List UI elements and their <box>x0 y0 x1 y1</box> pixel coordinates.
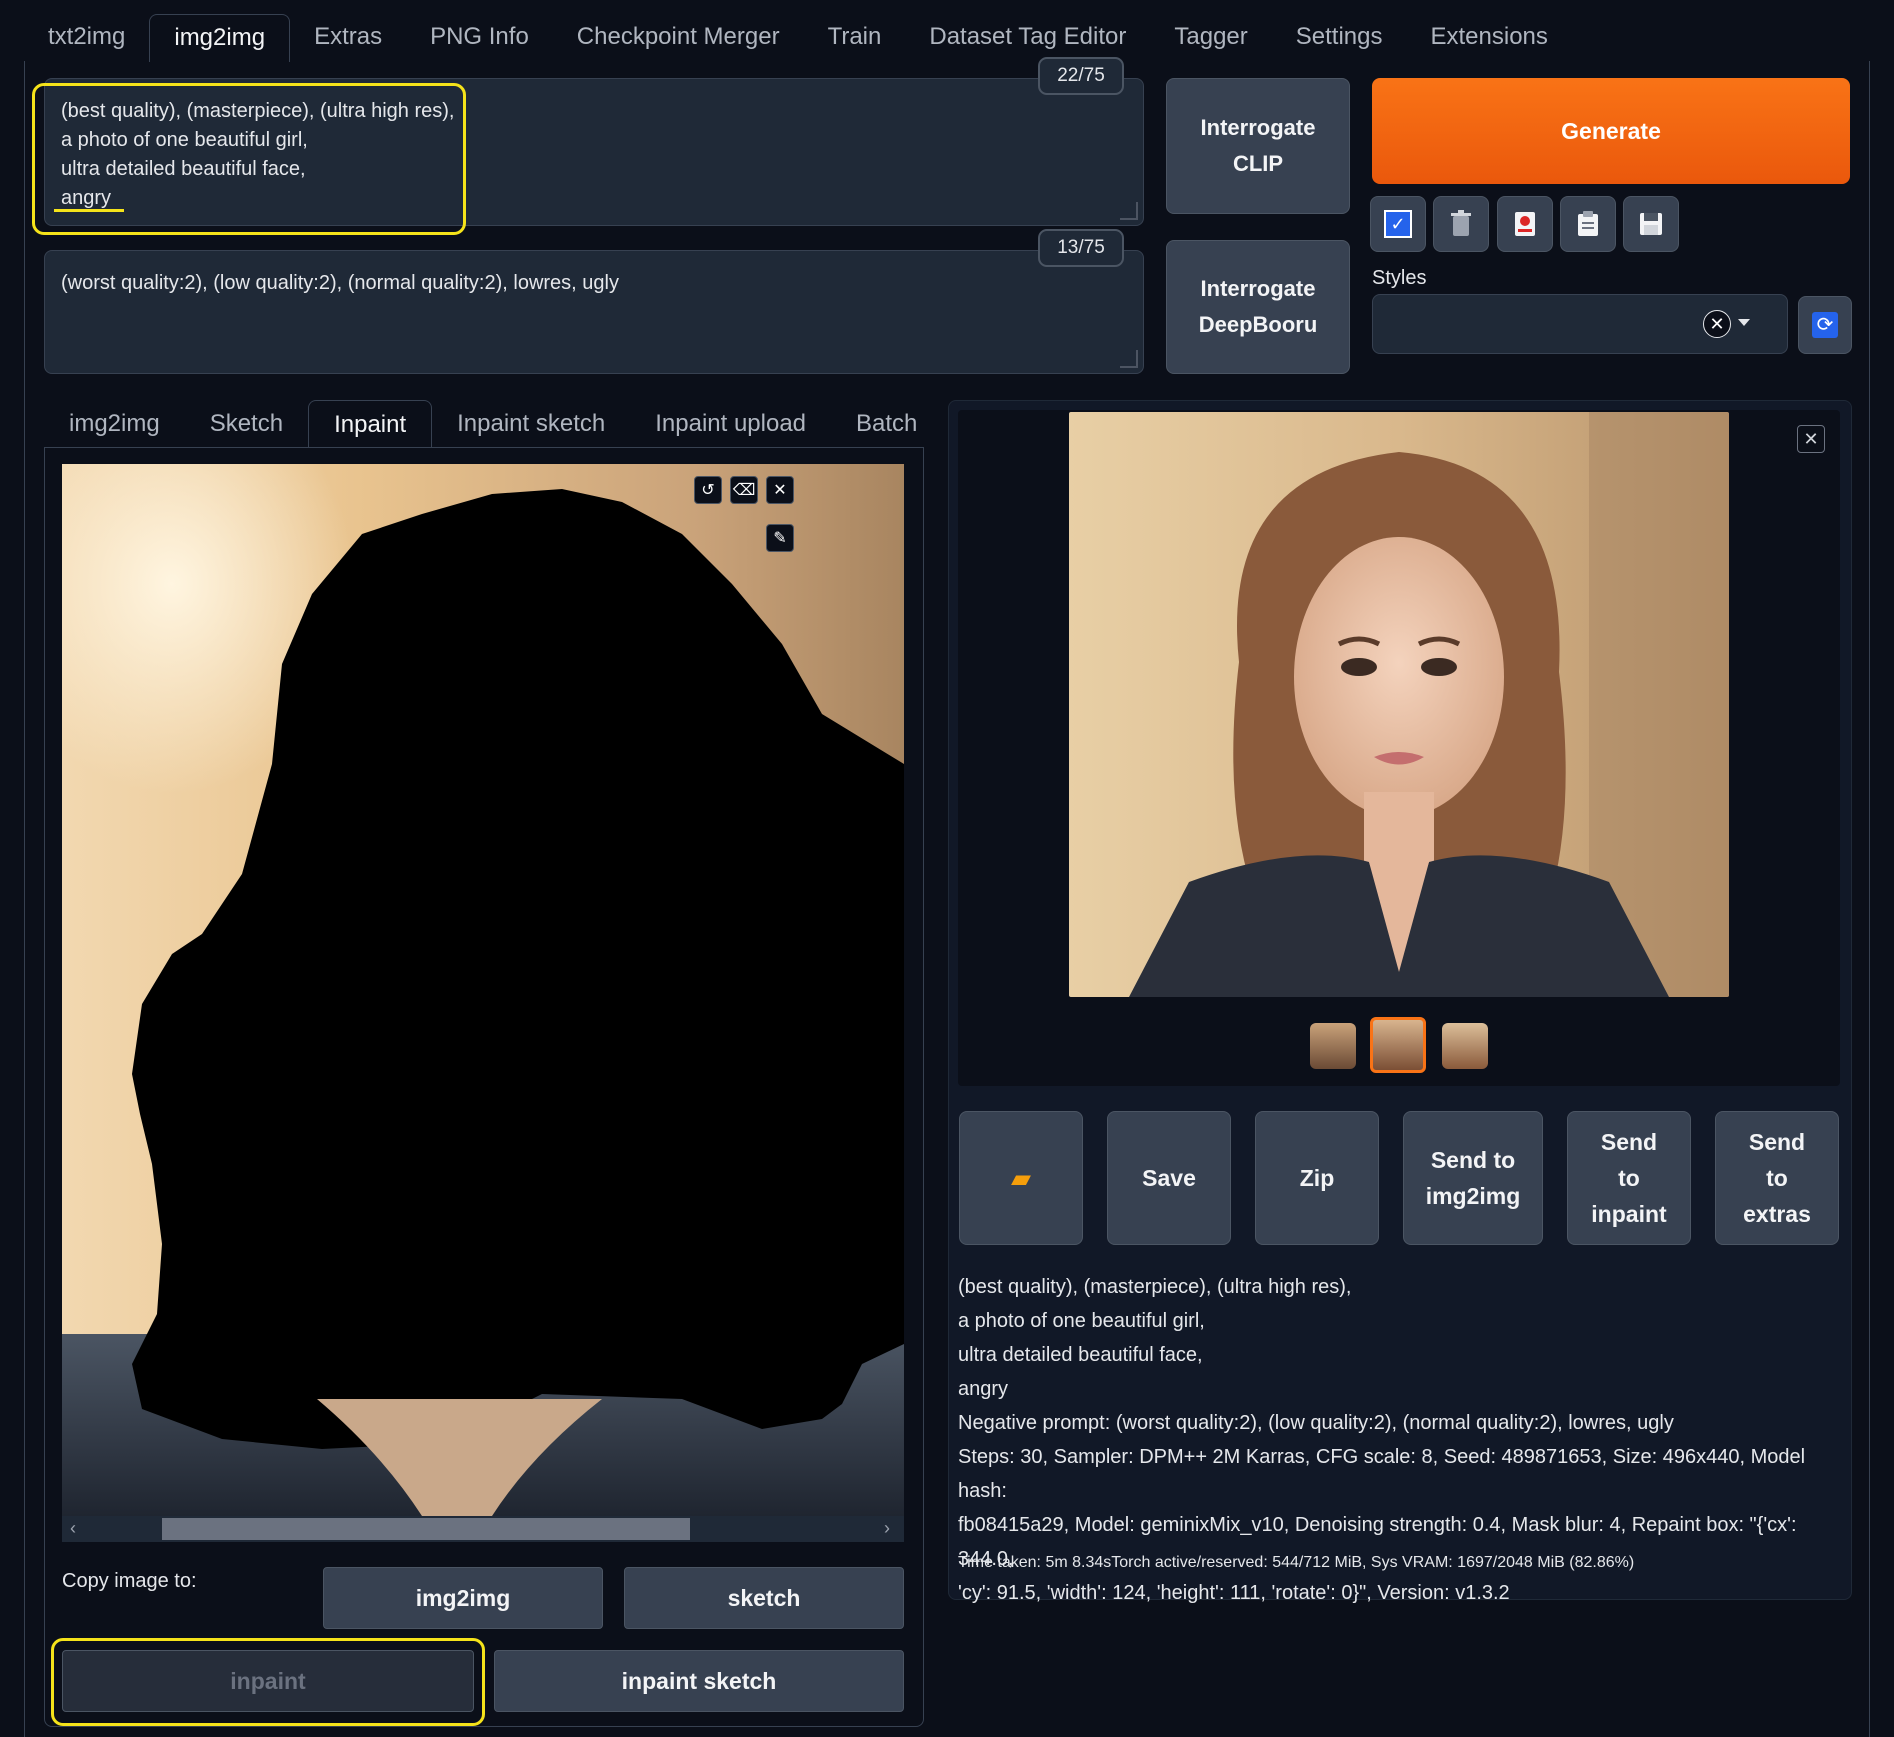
button-label: CLIP <box>1232 151 1284 176</box>
zip-button[interactable]: Zip <box>1255 1111 1379 1245</box>
check-icon[interactable]: ✓ <box>1370 196 1426 252</box>
tab-tagger[interactable]: Tagger <box>1150 14 1271 62</box>
send-to-inpaint-button[interactable]: Send to inpaint <box>1567 1111 1691 1245</box>
button-label: Interrogate <box>1200 115 1316 140</box>
button-label: to <box>1618 1165 1640 1191</box>
chevron-down-icon[interactable] <box>1738 319 1750 326</box>
tab-checkpoint-merger[interactable]: Checkpoint Merger <box>553 14 804 62</box>
styles-label: Styles <box>1372 267 1427 289</box>
close-icon[interactable]: ✕ <box>766 476 794 504</box>
copy-to-img2img-button[interactable]: img2img <box>323 1567 603 1629</box>
eraser-icon[interactable]: ⌫ <box>730 476 758 504</box>
copy-to-sketch-button[interactable]: sketch <box>624 1567 904 1629</box>
negative-prompt-text: (worst quality:2), (low quality:2), (nor… <box>61 272 619 294</box>
refresh-icon[interactable]: ⟳ <box>1798 296 1852 354</box>
output-image[interactable] <box>1069 412 1729 997</box>
button-label: Interrogate <box>1200 276 1316 301</box>
time-taken: Time taken: 5m 8.34sTorch active/reserve… <box>958 1554 1635 1571</box>
tab-extensions[interactable]: Extensions <box>1406 14 1571 62</box>
button-label: DeepBooru <box>1198 312 1318 337</box>
button-label: inpaint <box>1591 1201 1667 1227</box>
save-button[interactable]: Save <box>1107 1111 1231 1245</box>
scroll-right-icon[interactable]: › <box>884 1518 890 1539</box>
button-label: extras <box>1743 1201 1811 1227</box>
tab-dataset-tag-editor[interactable]: Dataset Tag Editor <box>905 14 1150 62</box>
clipboard-icon[interactable] <box>1560 196 1616 252</box>
negative-prompt-textarea[interactable]: (worst quality:2), (low quality:2), (nor… <box>44 250 1144 374</box>
copy-image-label: Copy image to: <box>62 1570 197 1592</box>
info-line: ultra detailed beautiful face, <box>958 1344 1203 1366</box>
info-line: Steps: 30, Sampler: DPM++ 2M Karras, CFG… <box>958 1446 1806 1502</box>
button-label: Send <box>1748 1129 1806 1155</box>
tab-img2img[interactable]: img2img <box>149 14 291 62</box>
send-to-extras-button[interactable]: Send to extras <box>1715 1111 1839 1245</box>
interrogate-clip-button[interactable]: Interrogate CLIP <box>1166 78 1350 214</box>
negative-token-counter: 13/75 <box>1038 229 1124 267</box>
folder-icon: ▰ <box>1011 1163 1031 1193</box>
tab-sketch[interactable]: Sketch <box>185 400 308 448</box>
brush-icon[interactable]: ✎ <box>766 524 794 552</box>
save-icon[interactable] <box>1623 196 1679 252</box>
clear-icon[interactable]: ✕ <box>1703 310 1731 338</box>
highlight-underline <box>54 209 124 212</box>
resize-handle-icon[interactable] <box>1120 202 1138 220</box>
scrollbar-thumb[interactable] <box>162 1518 690 1540</box>
image-icon[interactable] <box>1497 196 1553 252</box>
send-to-img2img-button[interactable]: Send to img2img <box>1403 1111 1543 1245</box>
inpaint-mask <box>132 489 904 1516</box>
button-label: img2img <box>1425 1183 1521 1209</box>
button-label: to <box>1766 1165 1788 1191</box>
tab-png-info[interactable]: PNG Info <box>406 14 553 62</box>
tab-txt2img[interactable]: txt2img <box>24 14 149 62</box>
highlight-box <box>51 1638 485 1726</box>
gallery-thumbnail[interactable] <box>1310 1023 1356 1069</box>
copy-to-inpaint-sketch-button[interactable]: inpaint sketch <box>494 1650 904 1712</box>
button-label: Send <box>1600 1129 1658 1155</box>
tab-batch[interactable]: Batch <box>831 400 942 448</box>
tab-train[interactable]: Train <box>804 14 906 62</box>
interrogate-deepbooru-button[interactable]: Interrogate DeepBooru <box>1166 240 1350 374</box>
generate-button[interactable]: Generate <box>1372 78 1850 184</box>
close-icon[interactable]: ✕ <box>1797 425 1825 453</box>
highlight-box <box>32 83 466 235</box>
info-line: angry <box>958 1378 1009 1400</box>
info-line: (best quality), (masterpiece), (ultra hi… <box>958 1276 1352 1298</box>
tab-settings[interactable]: Settings <box>1272 14 1407 62</box>
trash-icon[interactable] <box>1433 196 1489 252</box>
tab-inpaint-upload[interactable]: Inpaint upload <box>630 400 831 448</box>
inpaint-canvas[interactable]: ↺ ⌫ ✕ ✎ <box>62 464 904 1516</box>
img2img-sub-tab-bar: img2img Sketch Inpaint Inpaint sketch In… <box>44 400 942 448</box>
tab-extras[interactable]: Extras <box>290 14 406 62</box>
button-label: Send to <box>1430 1147 1516 1173</box>
top-tab-bar: txt2img img2img Extras PNG Info Checkpoi… <box>24 14 1572 62</box>
gallery-thumbnail[interactable] <box>1442 1023 1488 1069</box>
open-folder-button[interactable]: ▰ <box>959 1111 1083 1245</box>
tab-img2img-sub[interactable]: img2img <box>44 400 185 448</box>
info-line: Negative prompt: (worst quality:2), (low… <box>958 1412 1674 1434</box>
prompt-token-counter: 22/75 <box>1038 57 1124 95</box>
undo-icon[interactable]: ↺ <box>694 476 722 504</box>
canvas-horizontal-scrollbar[interactable]: ‹ › <box>62 1516 904 1542</box>
info-line: a photo of one beautiful girl, <box>958 1310 1205 1332</box>
info-line: 'cy': 91.5, 'width': 124, 'height': 111,… <box>958 1582 1510 1604</box>
gallery-thumbnail-selected[interactable] <box>1370 1017 1426 1073</box>
tab-inpaint[interactable]: Inpaint <box>308 400 433 448</box>
scroll-left-icon[interactable]: ‹ <box>70 1518 76 1539</box>
tab-inpaint-sketch[interactable]: Inpaint sketch <box>432 400 630 448</box>
resize-handle-icon[interactable] <box>1120 350 1138 368</box>
